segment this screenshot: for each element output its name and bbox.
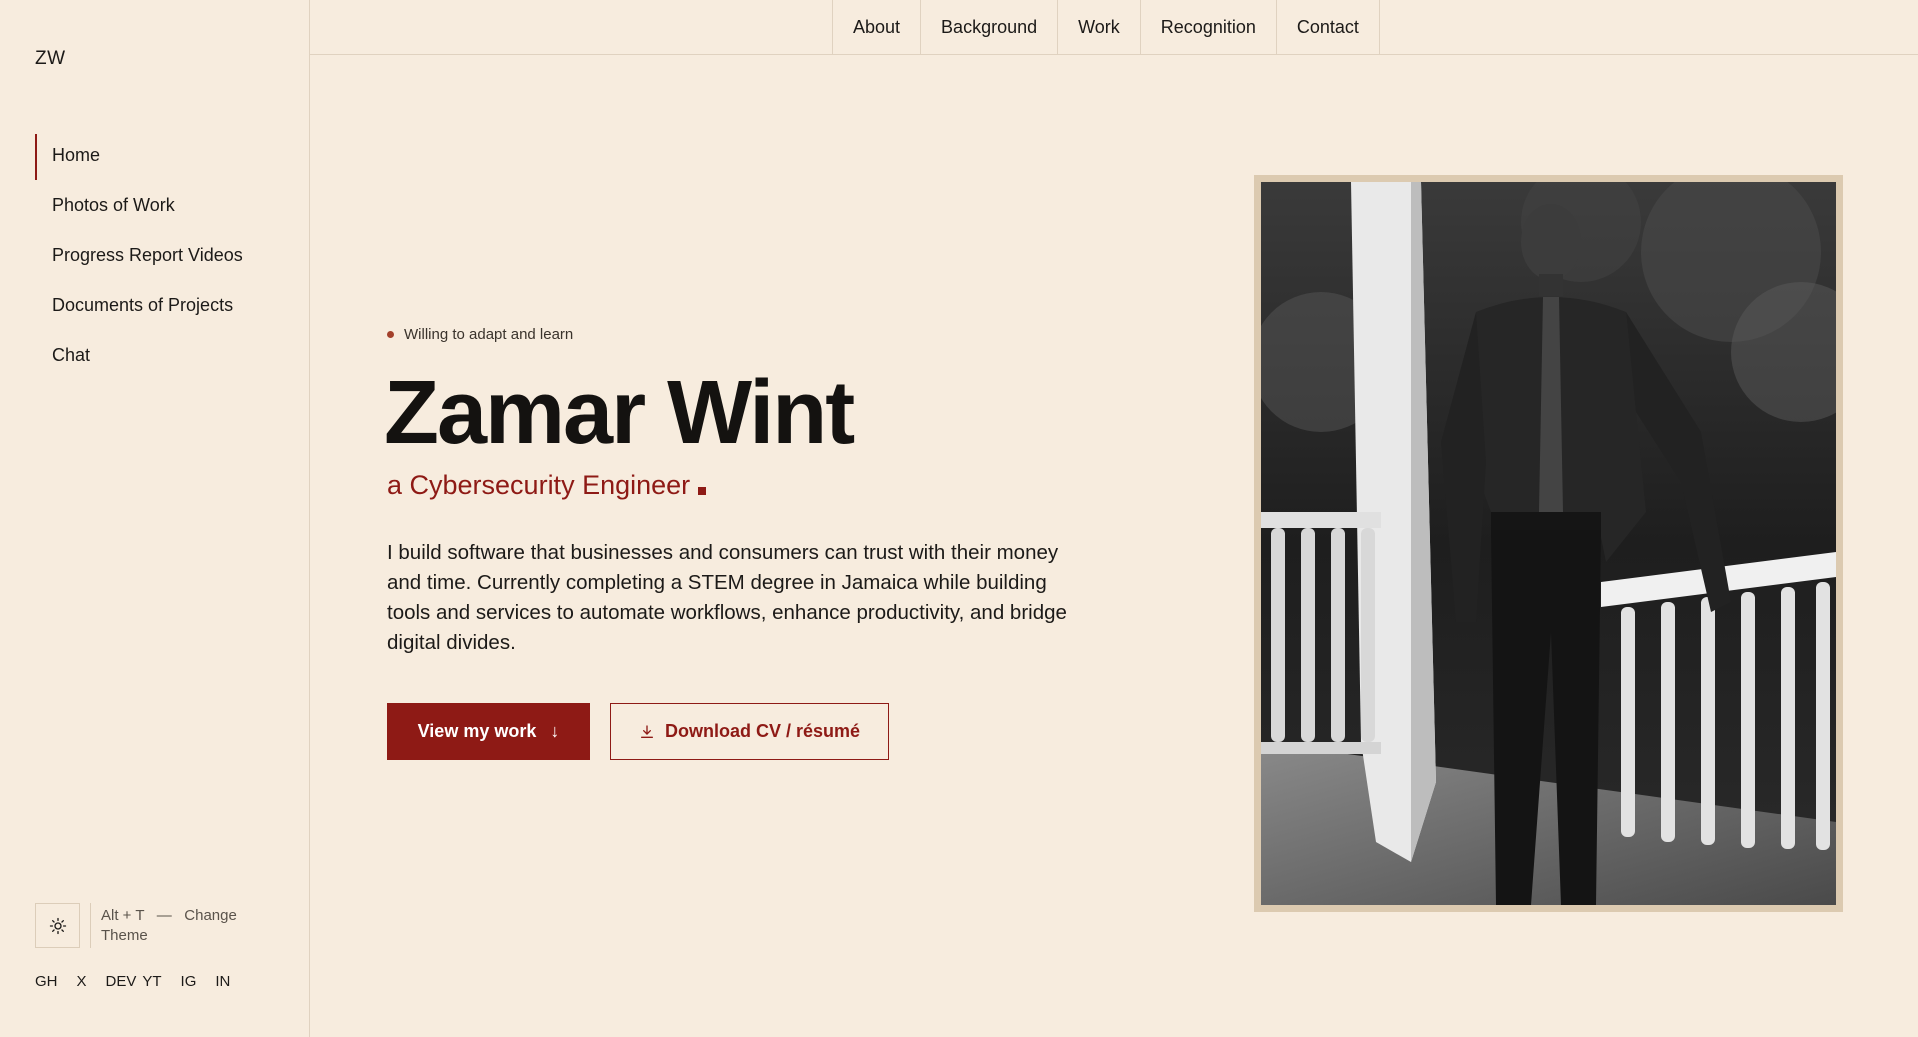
social-link-ig[interactable]: IG [181,973,197,990]
sidebar-item-progress-report-videos[interactable]: Progress Report Videos [35,232,243,278]
portrait-illustration [1261,182,1836,905]
social-link-gh[interactable]: GH [35,973,58,990]
sidebar-nav: Home Photos of Work Progress Report Vide… [35,132,243,382]
theme-hint: Alt + T — Change Theme [101,906,251,946]
theme-shortcut: Alt + T [101,907,145,924]
logo[interactable]: ZW [35,48,66,70]
top-nav-links: About Background Work Recognition Contac… [832,0,1380,55]
sidebar: ZW Home Photos of Work Progress Report V… [0,0,310,1037]
download-icon [640,724,653,738]
nav-link-background[interactable]: Background [921,0,1059,55]
theme-toggle-button[interactable] [35,903,80,948]
sidebar-item-home[interactable]: Home [35,132,243,180]
nav-link-contact[interactable]: Contact [1277,0,1380,55]
nav-link-work[interactable]: Work [1058,0,1141,55]
view-my-work-button[interactable]: View my work ↓ [387,703,590,760]
download-cv-button[interactable]: Download CV / résumé [610,703,889,760]
download-cv-label: Download CV / résumé [664,721,861,741]
arrow-down-icon: ↓ [550,721,560,741]
tagline-text: Willing to adapt and learn [404,326,574,343]
sidebar-item-documents-of-projects[interactable]: Documents of Projects [35,282,243,328]
view-my-work-label: View my work [417,721,537,741]
tagline-dot-icon [387,331,394,338]
sidebar-item-photos-of-work[interactable]: Photos of Work [35,182,243,228]
sidebar-item-chat[interactable]: Chat [35,332,243,378]
bio-paragraph: I build software that businesses and con… [387,541,1067,654]
tagline: Willing to adapt and learn [387,326,573,343]
nav-link-recognition[interactable]: Recognition [1141,0,1277,55]
portrait-frame [1254,175,1843,912]
sun-icon [49,917,66,934]
typing-cursor-icon [698,486,707,495]
portrait-photo [1261,182,1836,905]
theme-separator: — [156,907,172,924]
top-nav: About Background Work Recognition Contac… [310,0,1918,55]
social-link-x[interactable]: X [77,973,87,990]
social-link-dev[interactable]: DEV [106,973,137,990]
social-links: GH X DEV YT IG IN [35,973,249,990]
page-title: Zamar Wint [384,363,855,463]
theme-divider [90,903,91,948]
role-text: a Cybersecurity Engineer [387,470,691,500]
theme-toggle-row: Alt + T — Change Theme [35,903,251,948]
role-subtitle: a Cybersecurity Engineer [387,470,707,501]
social-link-in[interactable]: IN [215,973,230,990]
nav-link-about[interactable]: About [833,0,922,55]
social-link-yt[interactable]: YT [142,973,161,990]
